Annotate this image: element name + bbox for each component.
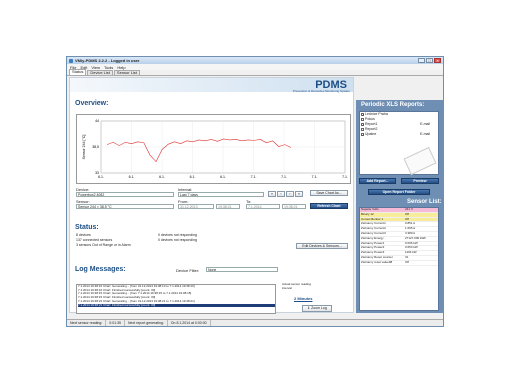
add-report-button[interactable]: Add Report... [359,178,396,184]
minimize-button[interactable]: _ [418,58,425,63]
sensor-chart: 6.1. 6.1. 6.1. 6.1. 6.1. 7.1. 7.1. 7.1. 7.1. 44 38… [76,114,351,184]
x-tick-label: 6.1. [98,175,104,179]
zoom-log-button[interactable]: ⇕ Zoom Log [302,305,332,312]
tab-device-list[interactable]: Device List [87,70,113,75]
app-window: VMiy-PDMS 2.2.2 - Logged in user _ □ × Fil… [66,56,444,327]
sensor-name: Zaznamy Current3 [361,231,386,235]
report-preview-image [403,146,437,176]
log-title: Log Messages: [75,266,126,273]
save-chart-button[interactable]: Save Chart As... [310,190,348,196]
y-tick-label: 44 [95,119,99,123]
device-select[interactable]: Powerbox2 4082 [76,192,174,197]
log-line-selected[interactable]: 7.1.2014 19:38:21 Chart: Finished succes… [78,303,275,308]
next-report-value: On 8.1.2014 at 0:00:00 [168,320,211,326]
interval-caption: Actual sensor reading interval [282,282,312,290]
sensor-name: Zaznamy Current1 [361,222,386,226]
sensor-row[interactable]: Zaznamy reset value98 Off [360,259,438,266]
sensor-value: Off [405,259,409,264]
sensor-list[interactable]: Napetie Volts 241 V Binary 12 Off Comet Moni… [359,207,439,311]
x-tick-label: 6.1. [220,175,226,179]
banner: PDMS Prevention & Damocles Monitoring Sy… [70,78,353,93]
preview-button[interactable]: Preview [401,178,439,184]
menu-tools[interactable]: Tools [104,65,113,70]
x-tick-label: 6.1. [190,175,196,179]
sensor-name: Zaznamy Power2 [361,246,385,250]
sensor-value: 27127.000 kWh [405,235,427,240]
window-title: VMiy-PDMS 2.2.2 - Logged in user [75,58,140,63]
menu-help[interactable]: Help [117,65,125,70]
status-responding: 0 devices not responding 0 devices not r… [158,233,197,243]
report-mail: E-mail [420,132,430,136]
interval-select[interactable]: Last 7 days [178,192,264,197]
status-title: Status: [75,224,99,231]
app-icon [69,58,73,63]
x-tick-label: 7.1. [312,175,318,179]
menu-view[interactable]: View [91,65,100,70]
x-tick-label: 7.1. [281,175,287,179]
sensor-name: Napetie Volts [361,208,379,211]
from-time-field[interactable]: 19:38:21 [216,204,240,209]
close-button[interactable]: × [434,58,441,63]
report-checkbox[interactable]: ✓ [361,113,365,117]
open-report-folder-button[interactable]: Open Report Folder [368,189,430,195]
sensor-name: Zaznamy Energy [361,236,384,240]
report-checkbox[interactable]: ✓ [361,133,365,137]
log-list[interactable]: 7.1.2014 19:38:10 Chart: Generating... [… [76,284,276,314]
prev-button[interactable]: ‹ [277,191,285,197]
next-reading-value: 0:01:35 [106,320,125,326]
report-checkbox[interactable]: ✓ [361,123,365,127]
interval-value: 2 Minutes [294,296,313,301]
sensor-name: Zaznamy reset value98 [361,260,393,264]
device-filter-select[interactable]: None [206,267,278,272]
sensor-name: Binary 12 [361,212,374,216]
zoom-log-label: Zoom Log [311,306,327,310]
report-item[interactable]: ✓ Úpatne E-mail [360,132,438,137]
edit-devices-button[interactable]: Edit Devices & Sensors... [296,243,348,249]
sensor-name: Zaznamy Power1 [361,241,385,245]
x-tick-label: 7.1. [342,175,348,179]
from-date-field[interactable]: 31.12.2013 [178,204,214,209]
side-panel: Periodic XLS Reports: ✓ Ledníce Praha Poku… [356,100,443,313]
status-line: 0 devices not responding [158,238,197,242]
next-button[interactable]: › [286,191,294,197]
reports-list: ✓ Ledníce Praha Pokus ✓ Report1 E-mail Report2… [359,111,439,176]
tab-bar: Status Device List Sensor List [67,69,443,76]
next-report-label: Next report generating: [125,320,168,326]
banner-subtitle: Prevention & Damocles Monitoring System [292,89,350,93]
overview-title: Overview: [75,100,109,107]
y-axis-label: Sensor 244 [°C] [82,135,86,160]
x-tick-label: 6.1. [159,175,165,179]
sensor-name: Zaznamy Reset counter [361,255,393,259]
sensor-name: Zaznamy Power3 [361,251,385,255]
y-tick-label: 33 [95,171,99,175]
status-summary: 8 devices 137 connected sensors 3 sensor… [76,233,131,248]
maximize-button[interactable]: □ [426,58,433,63]
sensor-name: Zaznamy Current2 [361,227,386,231]
reports-title: Periodic XLS Reports: [361,102,425,108]
tab-status[interactable]: Status [69,69,87,75]
tab-sensor-list[interactable]: Sensor List [113,70,140,75]
report-checkbox[interactable] [361,118,364,121]
sensor-select[interactable]: Sensor 244 = 38.5 °C [76,204,174,209]
y-tick-label: 38,5 [92,145,99,149]
next-reading-label: Next sensor reading: [67,320,107,326]
last-button[interactable]: » [295,191,303,197]
x-tick-label: 6.1. [129,175,135,179]
report-checkbox[interactable] [361,128,364,131]
to-date-field[interactable]: 7.1.2014 [246,204,280,209]
status-bar: Next sensor reading: 0:01:35 Next report… [67,319,443,326]
main-panel: PDMS Prevention & Damocles Monitoring Sy… [69,77,354,314]
refresh-chart-button[interactable]: Refresh Chart [310,203,348,209]
sensor-name: Comet Monitor 1 [361,217,384,221]
report-mail: E-mail [420,122,430,126]
report-name: Úpatne [365,132,377,136]
first-button[interactable]: « [268,191,276,197]
x-tick-label: 7.1. [251,175,257,179]
title-bar: VMiy-PDMS 2.2.2 - Logged in user _ □ × [67,57,443,64]
device-filter-label: Device Filter: [176,268,200,273]
status-line: 3 sensors Out of Range or in Alarm [76,243,131,247]
to-time-field[interactable]: 19:38:21 [282,204,306,209]
sensor-list-title: Sensor List: [407,199,442,205]
